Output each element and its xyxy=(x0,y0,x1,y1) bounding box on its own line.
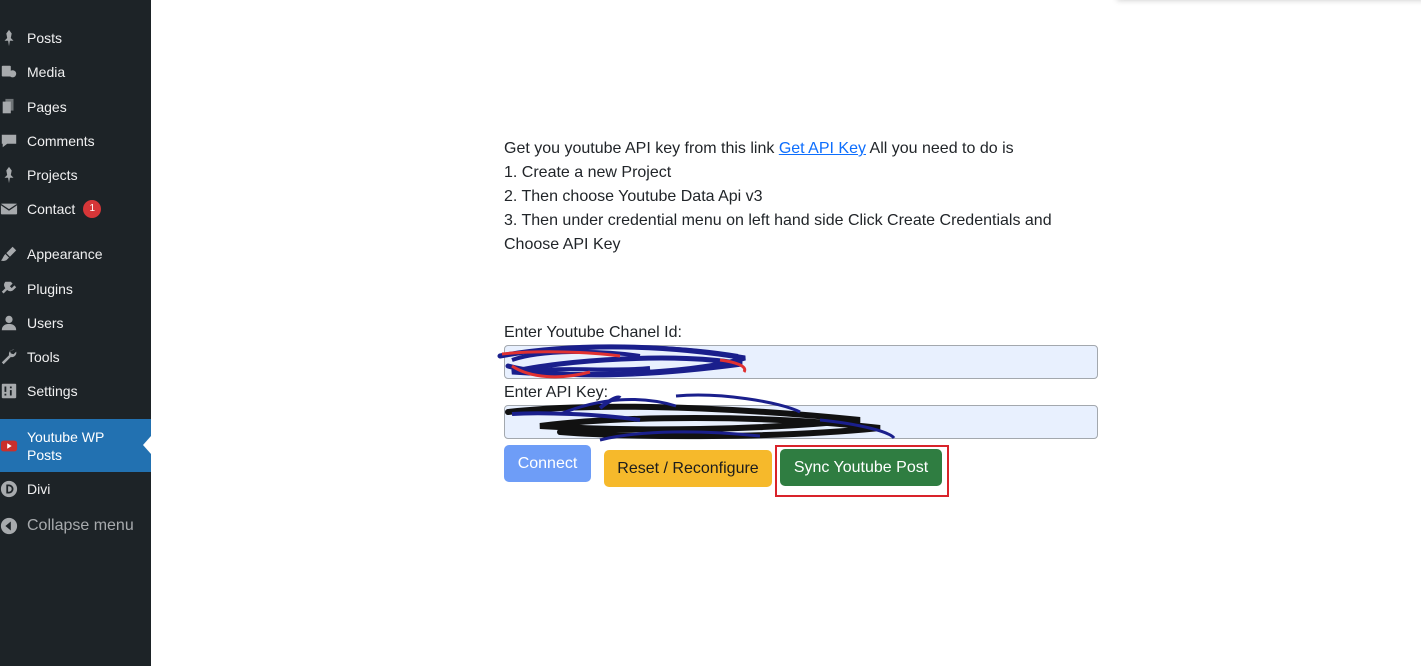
sidebar-item-tools[interactable]: Tools xyxy=(0,347,151,367)
pin-icon xyxy=(0,166,18,184)
sidebar-item-label: Projects xyxy=(27,167,78,183)
instructions-block: Get you youtube API key from this link G… xyxy=(504,137,1104,257)
active-menu-arrow xyxy=(143,436,151,454)
api-key-label: Enter API Key: xyxy=(504,384,609,401)
api-key-field[interactable] xyxy=(504,405,1098,439)
wrench-icon xyxy=(0,348,18,366)
sync-youtube-post-button[interactable]: Sync Youtube Post xyxy=(780,449,942,486)
pages-icon xyxy=(0,98,18,116)
sidebar-item-label: Posts xyxy=(27,30,63,46)
channel-id-label: Enter Youtube Chanel Id: xyxy=(504,324,682,341)
user-icon xyxy=(0,314,18,332)
sidebar-item-label: Tools xyxy=(27,349,60,365)
sidebar-item-label: Divi xyxy=(27,481,51,497)
sidebar-item-label: Contact xyxy=(27,201,76,217)
collapse-menu-button[interactable]: Collapse menu xyxy=(0,516,151,536)
sidebar-item-divi[interactable]: Divi xyxy=(0,479,151,499)
sidebar-item-projects[interactable]: Projects xyxy=(0,165,151,185)
instruction-step-1: 1. Create a new Project xyxy=(504,164,672,181)
sidebar-item-label: Appearance xyxy=(27,246,103,262)
sidebar-item-label: Collapse menu xyxy=(27,517,134,534)
admin-sidebar: Posts Media Pages Comments Projects Cont… xyxy=(0,0,151,666)
sidebar-item-label: Users xyxy=(27,315,64,331)
plugin-icon xyxy=(0,280,18,298)
channel-id-field[interactable] xyxy=(504,345,1098,379)
divi-icon xyxy=(0,480,18,498)
sidebar-item-youtube-wp-posts[interactable]: Youtube WP Posts xyxy=(0,419,151,472)
sidebar-item-label: Pages xyxy=(27,99,67,115)
mail-icon xyxy=(0,200,18,218)
comment-icon xyxy=(0,132,18,150)
instruction-step-2: 2. Then choose Youtube Data Api v3 xyxy=(504,188,763,205)
instructions-intro: Get you youtube API key from this link G… xyxy=(504,140,1014,157)
sidebar-item-settings[interactable]: Settings xyxy=(0,381,151,401)
sidebar-item-posts[interactable]: Posts xyxy=(0,28,151,48)
redaction-scribble-api-key xyxy=(505,393,896,442)
notification-badge: 1 xyxy=(83,200,102,218)
redaction-scribble-channel xyxy=(497,344,747,379)
sidebar-item-pages[interactable]: Pages xyxy=(0,97,151,117)
sidebar-item-label: Media xyxy=(27,64,66,80)
settings-icon xyxy=(0,382,18,400)
sidebar-item-label: Plugins xyxy=(27,281,73,297)
brush-icon xyxy=(0,245,18,263)
sidebar-item-users[interactable]: Users xyxy=(0,313,151,333)
pin-icon xyxy=(0,29,18,47)
reset-reconfigure-button[interactable]: Reset / Reconfigure xyxy=(604,450,772,487)
youtube-icon xyxy=(0,437,18,455)
sidebar-item-comments[interactable]: Comments xyxy=(0,131,151,151)
connect-button[interactable]: Connect xyxy=(504,445,591,482)
sidebar-item-contact[interactable]: Contact 1 xyxy=(0,199,151,219)
media-icon xyxy=(0,63,18,81)
collapse-icon xyxy=(0,517,18,535)
get-api-key-link[interactable]: Get API Key xyxy=(779,140,866,157)
sidebar-item-label: Youtube WP Posts xyxy=(27,428,105,463)
instruction-step-3: 3. Then under credential menu on left ha… xyxy=(504,212,1052,253)
sidebar-item-plugins[interactable]: Plugins xyxy=(0,279,151,299)
sidebar-item-label: Settings xyxy=(27,383,78,399)
sidebar-item-media[interactable]: Media xyxy=(0,62,151,82)
sidebar-item-label: Comments xyxy=(27,133,95,149)
sidebar-item-appearance[interactable]: Appearance xyxy=(0,244,151,264)
